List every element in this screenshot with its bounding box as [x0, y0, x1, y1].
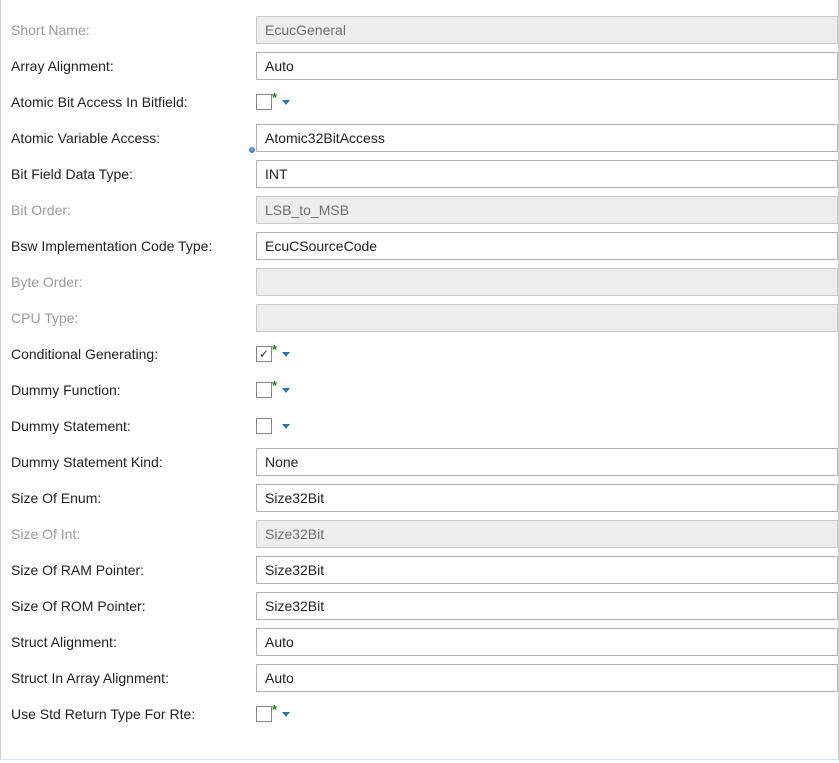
row-conditional-generating: Conditional Generating: ✓ * — [1, 336, 838, 372]
row-bit-field-data-type: Bit Field Data Type: — [1, 156, 838, 192]
row-bsw-impl-code-type: Bsw Implementation Code Type: — [1, 228, 838, 264]
label-size-of-int: Size Of Int: — [11, 526, 256, 542]
value-use-std-return-type: * — [256, 696, 838, 732]
label-struct-alignment: Struct Alignment: — [11, 634, 256, 650]
input-short-name — [256, 16, 838, 44]
modified-asterisk-icon: * — [272, 702, 277, 717]
value-atomic-bit-access: * — [256, 84, 838, 120]
row-atomic-bit-access: Atomic Bit Access In Bitfield: * — [1, 84, 838, 120]
dropdown-caret-icon[interactable] — [282, 100, 290, 105]
label-use-std-return-type: Use Std Return Type For Rte: — [11, 706, 256, 722]
checkbox-dummy-statement[interactable] — [256, 418, 272, 434]
label-bit-order: Bit Order: — [11, 202, 256, 218]
row-size-of-rom-pointer: Size Of ROM Pointer: — [1, 588, 838, 624]
row-short-name: Short Name: — [1, 12, 838, 48]
label-short-name: Short Name: — [11, 22, 256, 38]
info-dot-icon: i — [248, 146, 256, 154]
value-bit-field-data-type — [256, 156, 838, 192]
checkbox-use-std-return-type[interactable] — [256, 706, 272, 722]
input-bit-field-data-type[interactable] — [256, 160, 838, 188]
row-struct-alignment: Struct Alignment: — [1, 624, 838, 660]
value-conditional-generating: ✓ * — [256, 336, 838, 372]
input-dummy-statement-kind[interactable] — [256, 448, 838, 476]
row-dummy-function: Dummy Function: * — [1, 372, 838, 408]
row-dummy-statement: Dummy Statement: * — [1, 408, 838, 444]
value-atomic-variable-access: i — [256, 120, 838, 156]
input-byte-order — [256, 268, 838, 296]
input-array-alignment[interactable] — [256, 52, 838, 80]
checkbox-dummy-function[interactable] — [256, 382, 272, 398]
value-cpu-type — [256, 300, 838, 336]
row-cpu-type: CPU Type: — [1, 300, 838, 336]
input-struct-in-array-alignment[interactable] — [256, 664, 838, 692]
dropdown-caret-icon[interactable] — [282, 388, 290, 393]
row-size-of-enum: Size Of Enum: — [1, 480, 838, 516]
value-byte-order — [256, 264, 838, 300]
value-struct-in-array-alignment — [256, 660, 838, 696]
modified-asterisk-icon: * — [272, 90, 277, 105]
value-size-of-int — [256, 516, 838, 552]
label-dummy-function: Dummy Function: — [11, 382, 256, 398]
row-struct-in-array-alignment: Struct In Array Alignment: — [1, 660, 838, 696]
row-dummy-statement-kind: Dummy Statement Kind: — [1, 444, 838, 480]
dropdown-caret-icon[interactable] — [282, 424, 290, 429]
value-size-of-ram-pointer — [256, 552, 838, 588]
label-conditional-generating: Conditional Generating: — [11, 346, 256, 362]
input-size-of-ram-pointer[interactable] — [256, 556, 838, 584]
input-bsw-impl-code-type[interactable] — [256, 232, 838, 260]
dropdown-caret-icon[interactable] — [282, 712, 290, 717]
input-atomic-variable-access[interactable] — [256, 124, 838, 152]
label-atomic-bit-access: Atomic Bit Access In Bitfield: — [11, 94, 256, 110]
value-short-name — [256, 12, 838, 48]
row-atomic-variable-access: Atomic Variable Access: i — [1, 120, 838, 156]
label-bsw-impl-code-type: Bsw Implementation Code Type: — [11, 238, 256, 254]
row-byte-order: Byte Order: — [1, 264, 838, 300]
modified-asterisk-icon: * — [272, 378, 277, 393]
input-cpu-type — [256, 304, 838, 332]
value-struct-alignment — [256, 624, 838, 660]
value-bit-order — [256, 192, 838, 228]
label-array-alignment: Array Alignment: — [11, 58, 256, 74]
label-struct-in-array-alignment: Struct In Array Alignment: — [11, 670, 256, 686]
value-dummy-function: * — [256, 372, 838, 408]
row-size-of-int: Size Of Int: — [1, 516, 838, 552]
label-cpu-type: CPU Type: — [11, 310, 256, 326]
label-size-of-enum: Size Of Enum: — [11, 490, 256, 506]
properties-panel: Short Name: Array Alignment: Atomic Bit … — [0, 0, 839, 760]
value-dummy-statement: * — [256, 408, 838, 444]
input-size-of-enum[interactable] — [256, 484, 838, 512]
value-size-of-enum — [256, 480, 838, 516]
row-bit-order: Bit Order: — [1, 192, 838, 228]
label-size-of-ram-pointer: Size Of RAM Pointer: — [11, 562, 256, 578]
checkbox-conditional-generating[interactable]: ✓ — [256, 346, 272, 362]
label-bit-field-data-type: Bit Field Data Type: — [11, 166, 256, 182]
value-size-of-rom-pointer — [256, 588, 838, 624]
input-bit-order — [256, 196, 838, 224]
row-size-of-ram-pointer: Size Of RAM Pointer: — [1, 552, 838, 588]
checkbox-atomic-bit-access[interactable] — [256, 94, 272, 110]
label-dummy-statement-kind: Dummy Statement Kind: — [11, 454, 256, 470]
label-byte-order: Byte Order: — [11, 274, 256, 290]
label-size-of-rom-pointer: Size Of ROM Pointer: — [11, 598, 256, 614]
dropdown-caret-icon[interactable] — [282, 352, 290, 357]
value-array-alignment — [256, 48, 838, 84]
row-array-alignment: Array Alignment: — [1, 48, 838, 84]
input-size-of-rom-pointer[interactable] — [256, 592, 838, 620]
value-bsw-impl-code-type — [256, 228, 838, 264]
label-atomic-variable-access: Atomic Variable Access: — [11, 130, 256, 146]
row-use-std-return-type: Use Std Return Type For Rte: * — [1, 696, 838, 732]
input-struct-alignment[interactable] — [256, 628, 838, 656]
input-size-of-int — [256, 520, 838, 548]
value-dummy-statement-kind — [256, 444, 838, 480]
label-dummy-statement: Dummy Statement: — [11, 418, 256, 434]
modified-asterisk-icon: * — [272, 342, 277, 357]
